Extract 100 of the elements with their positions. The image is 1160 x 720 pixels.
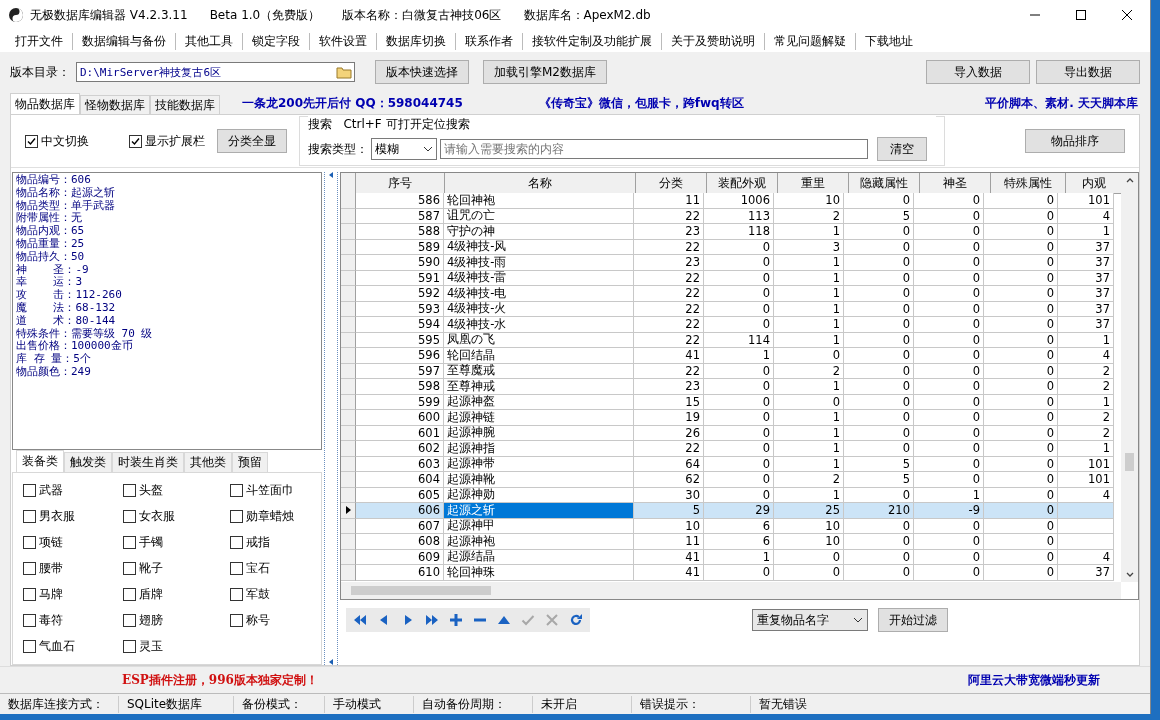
table-cell: 0: [704, 317, 774, 333]
menu-item[interactable]: 数据编辑与备份: [73, 32, 176, 50]
toolbar-button[interactable]: 版本快速选择: [375, 60, 469, 84]
search-input[interactable]: 请输入需要搜索的内容: [440, 139, 868, 159]
scrollbar-thumb[interactable]: [351, 586, 491, 595]
table-cell: 101: [1058, 472, 1114, 488]
toolbar-button[interactable]: 加载引擎M2数据库: [483, 60, 607, 84]
show-all-button[interactable]: 分类全显: [217, 129, 287, 153]
table-cell: 11: [634, 193, 704, 209]
sort-button[interactable]: 物品排序: [1025, 129, 1125, 153]
column-header[interactable]: 装配外观: [707, 173, 778, 194]
directory-field[interactable]: D:\MirServer神技复古6区: [76, 62, 355, 82]
table-cell: 0: [844, 255, 914, 271]
category-tab[interactable]: 预留: [232, 452, 268, 472]
column-header[interactable]: 神圣: [920, 173, 991, 194]
column-header[interactable]: 序号: [356, 173, 445, 194]
table-cell: [1058, 503, 1114, 519]
menu-item[interactable]: 打开文件: [6, 32, 73, 50]
triangle-left-icon: [329, 172, 333, 178]
option-checkbox[interactable]: 中文切换: [25, 132, 89, 150]
toolbar-button[interactable]: 导入数据: [926, 60, 1030, 84]
category-checkbox[interactable]: 宝石: [230, 559, 330, 578]
table-cell: 0: [844, 441, 914, 457]
horizontal-scrollbar[interactable]: [341, 582, 1121, 599]
category-checkbox[interactable]: 手镯: [123, 533, 230, 552]
menu-item[interactable]: 软件设置: [310, 32, 377, 50]
column-header[interactable]: 重里: [778, 173, 849, 194]
column-header[interactable]: 名称: [445, 173, 636, 194]
database-tab[interactable]: 物品数据库: [10, 93, 80, 114]
column-header[interactable]: 分类: [636, 173, 707, 194]
category-checkbox[interactable]: 腰带: [23, 559, 123, 578]
table-cell: 2: [774, 472, 844, 488]
column-header[interactable]: 特殊属性: [991, 173, 1066, 194]
category-checkbox[interactable]: 靴子: [123, 559, 230, 578]
table-cell: 0: [984, 286, 1058, 302]
filter-select[interactable]: 重复物品名字: [752, 609, 868, 631]
menu-item[interactable]: 下载地址: [856, 32, 922, 50]
database-name-label: 数据库名：ApexM2.db: [523, 6, 651, 24]
table-cell: 0: [844, 348, 914, 364]
app-logo-icon: [8, 7, 24, 23]
category-tab[interactable]: 时装生肖类: [112, 452, 184, 472]
table-cell: 29: [704, 503, 774, 519]
table-cell: 10: [774, 193, 844, 209]
category-tab[interactable]: 其他类: [184, 452, 232, 472]
category-checkbox[interactable]: 女衣服: [123, 507, 230, 526]
search-type-select[interactable]: 模糊: [371, 138, 437, 160]
category-checkbox[interactable]: 马牌: [23, 585, 123, 604]
table-cell: 594: [356, 317, 444, 333]
toolbar-button[interactable]: 导出数据: [1036, 60, 1140, 84]
table-cell: 起源神袍: [444, 534, 634, 550]
scrollbar-thumb[interactable]: [1125, 453, 1134, 471]
table-cell: 23: [634, 224, 704, 240]
category-checkbox[interactable]: 翅膀: [123, 611, 230, 630]
option-checkbox[interactable]: 显示扩展栏: [129, 132, 205, 150]
category-checkbox[interactable]: 气血石: [23, 637, 123, 656]
category-checkbox[interactable]: 男衣服: [23, 507, 123, 526]
menu-item[interactable]: 常见问题解疑: [765, 32, 856, 50]
edition-label: Beta 1.0（免费版）: [209, 6, 321, 24]
category-checkbox[interactable]: 灵玉: [123, 637, 230, 656]
category-checkbox[interactable]: 斗笠面巾: [230, 481, 330, 500]
clear-button[interactable]: 清空: [877, 137, 927, 161]
item-info-line: 物品重量：25: [16, 238, 86, 251]
menu-item[interactable]: 关于及赞助说明: [662, 32, 765, 50]
table-cell: 4级神技-雨: [444, 255, 634, 271]
table-cell: 0: [844, 379, 914, 395]
menu-item[interactable]: 联系作者: [456, 32, 523, 50]
menu-item[interactable]: 数据库切换: [377, 32, 456, 50]
category-checkbox[interactable]: 戒指: [230, 533, 330, 552]
table-cell: 1006: [704, 193, 774, 209]
row-header[interactable]: [341, 503, 356, 519]
database-tab[interactable]: 技能数据库: [150, 95, 220, 114]
table-cell: 23: [634, 379, 704, 395]
menu-item[interactable]: 其他工具: [176, 32, 243, 50]
category-checkbox[interactable]: 称号: [230, 611, 330, 630]
menu-item[interactable]: 接软件定制及功能扩展: [523, 32, 662, 50]
table-cell: 1: [774, 317, 844, 333]
table-cell: 0: [844, 565, 914, 581]
filter-button[interactable]: 开始过滤: [878, 608, 948, 632]
menu-item[interactable]: 锁定字段: [243, 32, 310, 50]
category-tab[interactable]: 装备类: [16, 450, 64, 472]
database-tab[interactable]: 怪物数据库: [80, 95, 150, 114]
table-cell: 2: [1058, 379, 1114, 395]
status-text: 未开启: [533, 695, 632, 713]
vertical-scrollbar[interactable]: [1121, 173, 1138, 582]
category-checkbox[interactable]: 勋章蜡烛: [230, 507, 330, 526]
category-checkbox[interactable]: 头盔: [123, 481, 230, 500]
table-cell: 604: [356, 472, 444, 488]
category-checkbox[interactable]: 毒符: [23, 611, 123, 630]
column-header[interactable]: 隐藏属性: [849, 173, 920, 194]
table-cell: 11: [634, 534, 704, 550]
table-cell: 0: [844, 193, 914, 209]
table-cell: 起源之斩: [444, 503, 634, 519]
category-checkbox[interactable]: 项链: [23, 533, 123, 552]
search-group-title: 搜索 Ctrl+F 可打开定位搜索: [308, 116, 936, 133]
item-info-line: 出售价格：100000金币: [16, 340, 134, 353]
category-checkbox[interactable]: 军鼓: [230, 585, 330, 604]
current-row-icon: [345, 506, 351, 515]
category-checkbox[interactable]: 武器: [23, 481, 123, 500]
category-checkbox[interactable]: 盾牌: [123, 585, 230, 604]
category-tab[interactable]: 触发类: [64, 452, 112, 472]
